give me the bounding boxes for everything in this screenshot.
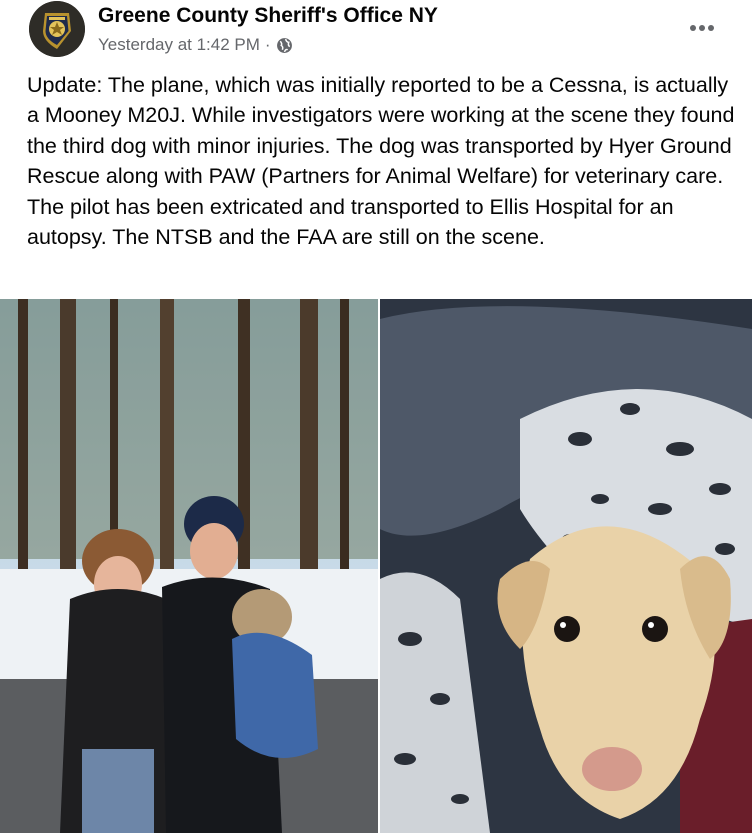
more-options-icon [690, 25, 696, 31]
post-header: Greene County Sheriff's Office NY Yester… [0, 0, 752, 66]
more-options-button[interactable] [682, 10, 722, 46]
page-avatar[interactable] [29, 1, 85, 57]
page-name-link[interactable]: Greene County Sheriff's Office NY [98, 4, 438, 28]
photo-image [380, 299, 752, 833]
sheriff-badge-icon [29, 1, 85, 57]
meta-separator: · [264, 35, 271, 54]
post-timestamp[interactable]: Yesterday at 1:42 PM [98, 35, 260, 55]
post-photo-rescued-dog[interactable] [380, 299, 752, 833]
post-body-text: Update: The plane, which was initially r… [27, 73, 735, 250]
post-meta: Yesterday at 1:42 PM · [98, 35, 293, 55]
post-photo-deputies-with-dog[interactable] [0, 299, 378, 833]
photo-image [0, 299, 378, 833]
globe-icon[interactable] [276, 37, 293, 54]
